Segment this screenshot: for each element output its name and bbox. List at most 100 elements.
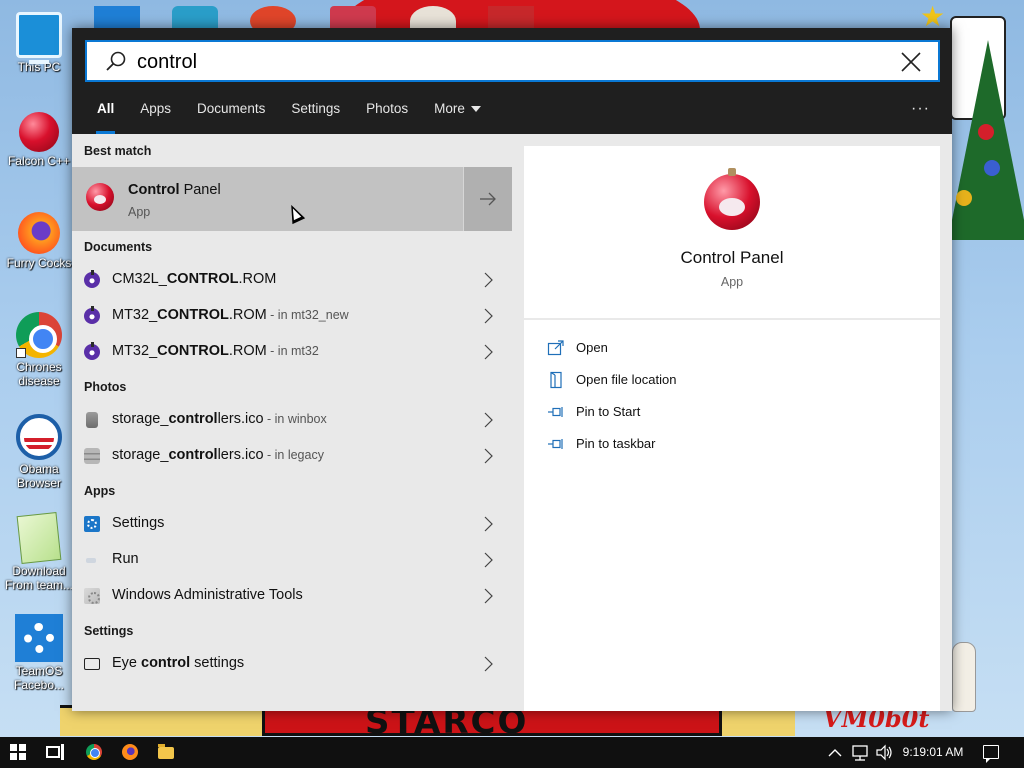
admin-tools-icon [84,588,100,604]
clock[interactable]: 9:19:01 AM [900,745,966,759]
label-match: CONTROL [157,343,229,359]
taskbar-firefox[interactable] [112,737,148,768]
result-item[interactable]: storage_controllers.ico - in legacy [72,438,512,474]
result-location: - in mt32 [266,344,319,358]
group-header-best-match: Best match [84,144,152,158]
best-match-control-panel[interactable]: Control Panel App [72,167,463,231]
result-label: Eye control settings [112,655,244,671]
action-pin-to-start[interactable]: Pin to Start [524,396,940,428]
desktop-icon-firefox[interactable]: Furry Cocks [4,212,74,270]
open-icon [547,340,564,356]
windows-logo-icon [10,744,26,760]
results-list: Best match Control Panel App Documents C… [72,134,512,711]
volume-icon[interactable] [874,737,894,768]
notepad-icon [16,512,62,564]
storage-controller-icon [84,448,100,464]
desktop-icon-label: Falcon C++ [7,154,71,168]
best-match-name-bold: Control [128,182,180,198]
desktop-icon-chrome[interactable]: Chrones disease [4,312,74,388]
group-header-documents: Documents [84,240,153,254]
settings-gear-icon [84,516,100,532]
result-item[interactable]: storage_controllers.ico - in winbox [72,402,512,438]
task-view-button[interactable] [36,737,72,768]
wallpaper-ornament [984,160,1000,176]
label-match: control [168,411,218,427]
tab-settings[interactable]: Settings [278,92,353,134]
search-input[interactable] [137,48,877,76]
action-label: Pin to taskbar [576,436,656,451]
pin-icon [548,407,563,417]
chevron-right-icon [484,516,493,532]
chevron-right-icon [484,656,493,672]
chevron-right-icon [484,272,493,288]
result-item-admin-tools[interactable]: Windows Administrative Tools [72,578,512,614]
chrome-icon [86,744,102,760]
result-location: - in legacy [263,448,324,462]
desktop-icon-obama-browser[interactable]: Obama Browser [4,414,74,490]
pin-icon [548,439,563,449]
rom-file-icon [84,342,100,360]
tab-all[interactable]: All [84,92,127,134]
tab-documents[interactable]: Documents [184,92,278,134]
result-label: CM32L_CONTROL.ROM [112,271,276,287]
desktop-icon-this-pc[interactable]: This PC [4,12,74,74]
result-item-settings[interactable]: Settings [72,506,512,542]
action-open[interactable]: Open [524,332,940,364]
chrome-icon [16,312,62,358]
search-box[interactable] [85,40,940,82]
more-options-icon[interactable]: ··· [911,92,930,134]
label-match: CONTROL [166,271,239,287]
ornament-icon [19,112,59,152]
close-icon[interactable] [900,51,922,73]
open-details-button[interactable] [463,167,512,231]
desktop-icon-teamos[interactable]: TeamOS Facebo... [4,614,74,692]
taskbar-file-explorer[interactable] [148,737,184,768]
chevron-right-icon [484,552,493,568]
result-item[interactable]: MT32_CONTROL.ROM - in mt32 [72,334,512,370]
search-icon [106,51,126,71]
action-open-file-location[interactable]: Open file location [524,364,940,396]
result-label: storage_controllers.ico - in legacy [112,447,324,463]
best-match-name: Control Panel [128,182,221,198]
label-text: storage_ [112,447,169,463]
result-location: - in mt32_new [266,308,349,322]
tab-more[interactable]: More [421,92,494,134]
result-item-run[interactable]: Run [72,542,512,578]
chevron-right-icon [484,308,493,324]
start-button[interactable] [0,737,36,768]
chevron-right-icon [484,588,493,604]
notification-icon[interactable] [983,745,999,763]
result-label: Settings [112,515,165,531]
action-label: Open [576,340,608,355]
firefox-icon [18,212,60,254]
result-item[interactable]: CM32L_CONTROL.ROM [72,262,512,298]
result-item-eye-control[interactable]: Eye control settings [72,646,512,682]
rom-file-icon [84,306,100,324]
taskbar-chrome[interactable] [76,737,112,768]
detail-app-name: Control Panel [680,248,784,267]
label-text: Eye [112,655,142,671]
detail-card: Control Panel App [524,146,940,318]
result-label: Run [112,551,139,567]
desktop-icon-label: Chrones disease [16,360,62,388]
label-match: CONTROL [157,307,229,323]
firefox-icon [122,744,138,760]
chevron-up-icon[interactable] [826,737,844,768]
tab-photos[interactable]: Photos [353,92,421,134]
arrow-right-icon [480,192,496,206]
desktop-icon-falcon[interactable]: Falcon C++ [4,108,74,168]
network-icon[interactable] [850,737,870,768]
wallpaper-christmas-tree [948,40,1024,240]
group-header-settings: Settings [84,624,134,638]
result-label: MT32_CONTROL.ROM - in mt32 [112,343,319,359]
result-item[interactable]: MT32_CONTROL.ROM - in mt32_new [72,298,512,334]
result-location: - in winbox [263,412,327,426]
desktop-icon-label: Obama Browser [16,462,61,490]
file-location-icon [550,371,562,389]
tab-apps[interactable]: Apps [127,92,184,134]
desktop-icon-download[interactable]: Download From team... [4,512,74,592]
result-label: storage_controllers.ico - in winbox [112,411,327,427]
folder-icon [158,744,174,759]
action-pin-to-taskbar[interactable]: Pin to taskbar [524,428,940,460]
result-label: Windows Administrative Tools [112,587,303,603]
